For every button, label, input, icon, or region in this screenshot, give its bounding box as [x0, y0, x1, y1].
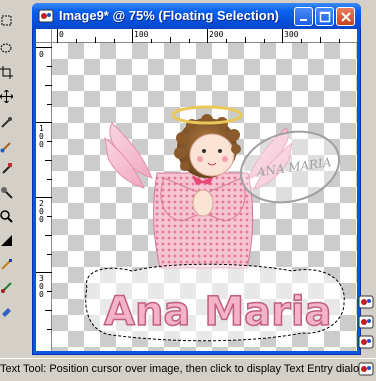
clone-tool-icon[interactable]: [0, 162, 13, 175]
eraser-tool-icon[interactable]: [0, 304, 13, 317]
dropper-tool-icon[interactable]: [0, 116, 13, 129]
psp-image-icon[interactable]: [358, 294, 374, 310]
minimize-icon: [300, 19, 307, 21]
psp-image-icon[interactable]: [358, 334, 374, 350]
ruler-label: 2 0 0: [39, 199, 44, 224]
text-content: Ana Maria: [104, 289, 332, 335]
picture-tube-icon[interactable]: [0, 280, 13, 293]
ruler-label: 1 0 0: [39, 124, 44, 149]
minimize-button[interactable]: [294, 7, 313, 26]
paintbrush-tool-icon[interactable]: [0, 140, 13, 153]
image-canvas[interactable]: ANA MARIA Ana Maria: [52, 43, 357, 351]
image-client-area: 0 100 200 300 0 1 0 0 2 0 0 3 0 0 ANA MA…: [36, 29, 357, 351]
maximize-icon: [319, 11, 331, 23]
horizontal-ruler: 0 100 200 300: [52, 29, 357, 43]
crop-tool-icon[interactable]: [0, 66, 13, 79]
ruler-label: 200: [209, 30, 224, 39]
image-window: Image9* @ 75% (Floating Selection) 0 100…: [32, 3, 361, 355]
ruler-label: 300: [284, 30, 299, 39]
status-text: Text Tool: Position cursor over image, t…: [0, 363, 360, 375]
vertical-ruler: 0 1 0 0 2 0 0 3 0 0: [36, 43, 52, 351]
ruler-label: 0: [59, 30, 64, 39]
psp-image-icon[interactable]: [358, 361, 374, 377]
angel-illustration: ANA MARIA Ana Maria: [85, 105, 345, 342]
ruler-label: 0: [39, 50, 44, 59]
status-bar: Text Tool: Position cursor over image, t…: [0, 358, 376, 378]
ruler-label: 3 0 0: [39, 274, 44, 299]
title-bar[interactable]: Image9* @ 75% (Floating Selection): [32, 3, 361, 29]
window-title: Image9* @ 75% (Floating Selection): [59, 8, 279, 23]
maximize-button[interactable]: [315, 7, 334, 26]
tools-palette: [0, 0, 14, 336]
psp-image-icon[interactable]: [38, 8, 54, 24]
retouch-tool-icon[interactable]: [0, 186, 13, 199]
zoom-tool-icon[interactable]: [0, 210, 13, 223]
move-tool-icon[interactable]: [0, 90, 13, 103]
ruler-corner: [36, 29, 52, 43]
ruler-label: 100: [134, 30, 149, 39]
selection-tool-icon[interactable]: [0, 14, 13, 27]
text-tool-icon[interactable]: [0, 258, 13, 271]
fill-tool-icon[interactable]: [0, 234, 13, 247]
close-icon: [341, 12, 351, 22]
close-button[interactable]: [336, 7, 355, 26]
lasso-tool-icon[interactable]: [0, 42, 13, 55]
psp-image-icon[interactable]: [358, 314, 374, 330]
